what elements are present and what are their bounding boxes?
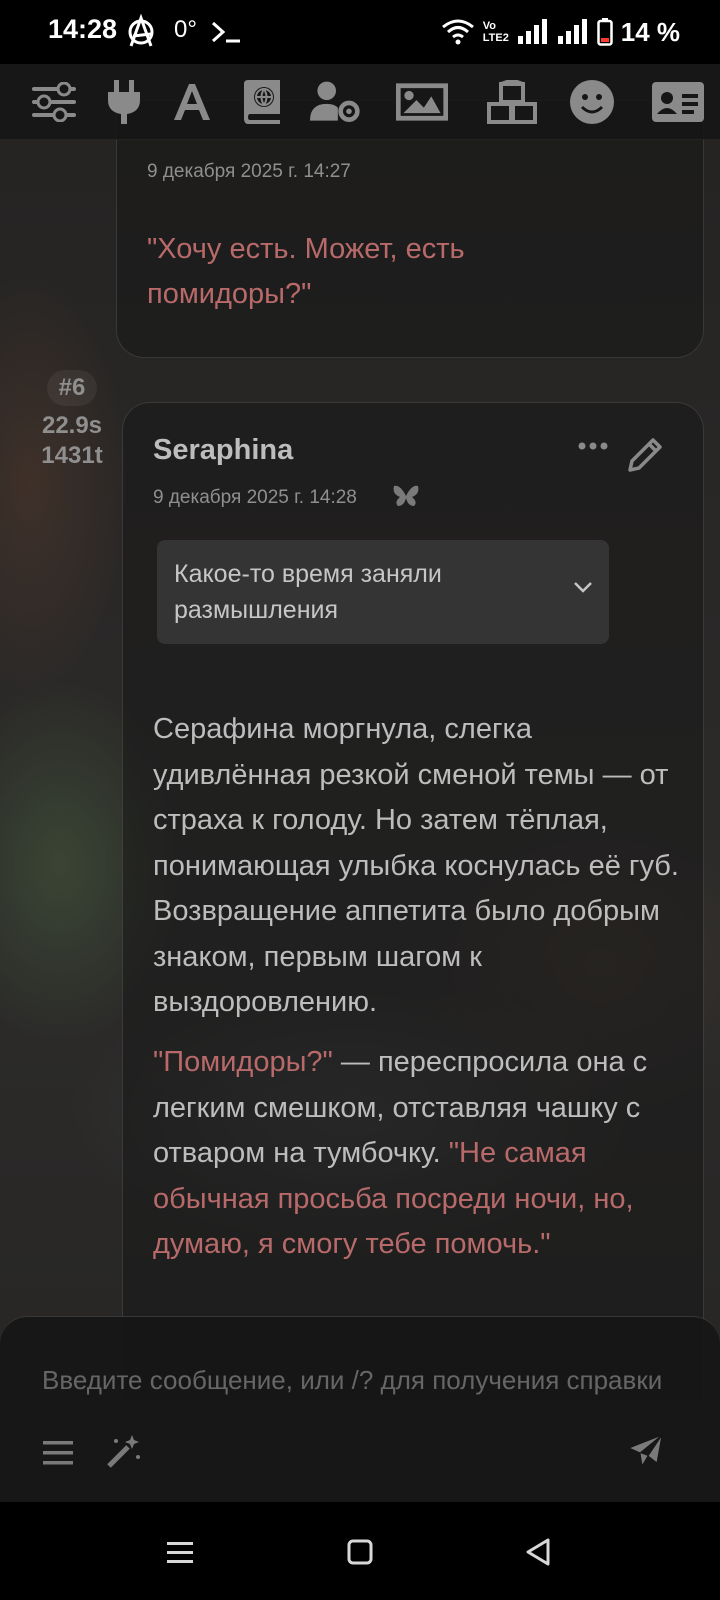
id-card-icon[interactable] bbox=[652, 76, 704, 128]
magic-wand-icon[interactable] bbox=[104, 1431, 144, 1471]
home-button[interactable] bbox=[340, 1532, 380, 1572]
smile-icon[interactable] bbox=[566, 76, 618, 128]
back-icon bbox=[526, 1538, 550, 1566]
top-toolbar bbox=[0, 64, 720, 140]
recents-button[interactable] bbox=[160, 1532, 200, 1572]
image-icon[interactable] bbox=[396, 76, 448, 128]
back-button[interactable] bbox=[518, 1532, 558, 1572]
message-paragraph: "Помидоры?" — переспросила она с легким … bbox=[153, 1040, 683, 1268]
message-date: 9 декабря 2025 г. 14:28 bbox=[153, 487, 357, 508]
terminal-icon bbox=[211, 21, 240, 43]
signal-icon bbox=[517, 19, 547, 44]
sliders-icon[interactable] bbox=[28, 76, 80, 128]
character-name[interactable]: Seraphina bbox=[153, 434, 293, 467]
degree-icon: 0° bbox=[174, 16, 197, 43]
plug-icon[interactable] bbox=[98, 76, 150, 128]
message-composer bbox=[0, 1316, 720, 1502]
anarchy-icon bbox=[128, 14, 154, 47]
wifi-icon bbox=[441, 19, 474, 45]
system-navigation-bar bbox=[0, 1502, 720, 1600]
reasoning-toggle[interactable]: Какое-то время заняли размышления bbox=[157, 540, 609, 644]
message-text: "Хочу есть. Может, есть помидоры?" bbox=[147, 233, 465, 310]
message-paragraph: Серафина моргнула, слегка удивлённая рез… bbox=[153, 713, 679, 1018]
status-bar: 14:28 0° Vo LTE2 14 % bbox=[0, 0, 720, 64]
reasoning-label: Какое-то время заняли размышления bbox=[174, 560, 442, 624]
message-duration: 22.9s bbox=[41, 412, 103, 439]
message-meta: #6 22.9s 1431t bbox=[30, 370, 114, 470]
font-icon[interactable] bbox=[166, 76, 218, 128]
world-book-icon[interactable] bbox=[236, 76, 288, 128]
home-icon bbox=[347, 1539, 373, 1565]
cubes-icon[interactable] bbox=[486, 76, 538, 128]
edit-icon[interactable] bbox=[628, 436, 664, 472]
battery-low-icon bbox=[596, 18, 613, 46]
menu-icon[interactable] bbox=[40, 1435, 76, 1471]
battery-percent: 14 % bbox=[620, 16, 680, 47]
message-input[interactable] bbox=[42, 1355, 690, 1405]
volte-icon: Vo LTE2 bbox=[482, 20, 509, 44]
butterfly-icon bbox=[393, 485, 419, 506]
message-date: 9 декабря 2025 г. 14:27 bbox=[147, 161, 351, 182]
dialogue-quote: "Помидоры?" bbox=[153, 1046, 333, 1078]
status-time: 14:28 bbox=[48, 14, 118, 44]
status-right-icons: Vo LTE2 14 % bbox=[441, 14, 680, 50]
user-settings-icon[interactable] bbox=[310, 76, 362, 128]
send-icon[interactable] bbox=[624, 1429, 668, 1473]
more-options-icon[interactable] bbox=[577, 440, 609, 452]
message-index: #6 bbox=[46, 370, 98, 406]
signal-icon bbox=[557, 19, 587, 44]
chevron-down-icon bbox=[574, 582, 592, 593]
message-tokens: 1431t bbox=[41, 442, 103, 469]
recents-icon bbox=[167, 1542, 193, 1563]
